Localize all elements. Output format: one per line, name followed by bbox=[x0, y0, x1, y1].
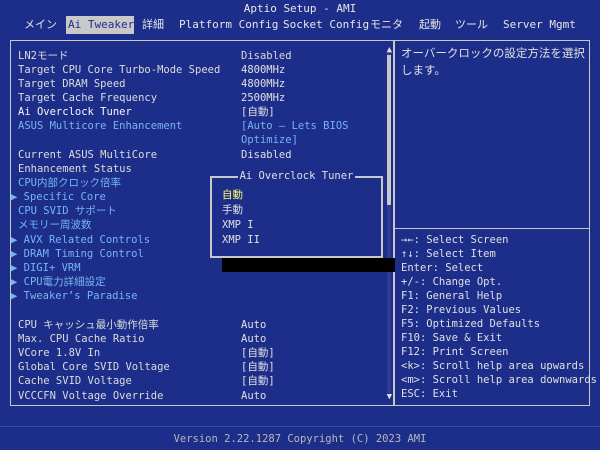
setting-label[interactable]: Max. CPU Cache Ratio bbox=[18, 332, 144, 346]
submenu-item[interactable]: ▶ AVX Related Controls bbox=[11, 233, 150, 247]
submenu-item[interactable]: CPU内部クロック倍率 bbox=[18, 176, 121, 190]
tab-monitor[interactable]: モニタ bbox=[368, 16, 405, 34]
multicore-enhancement-value[interactable]: [Auto – Lets BIOS bbox=[241, 119, 348, 133]
help-panel: オーバークロックの設定方法を選択します。 →←: Select Screen ↑… bbox=[394, 40, 597, 406]
tab-tool[interactable]: ツール bbox=[453, 16, 490, 34]
setting-value[interactable]: Auto bbox=[241, 318, 266, 332]
popup-option-xmp-i[interactable]: XMP I bbox=[222, 218, 254, 232]
key-hint: ESC: Exit bbox=[401, 388, 458, 400]
key-hint: ↑↓: Select Item bbox=[401, 248, 496, 260]
submenu-arrow-icon: ▶ bbox=[11, 262, 24, 274]
setting-value: Disabled bbox=[241, 149, 292, 161]
options-popup: Ai Overclock Tuner 自動 手動 XMP I XMP II bbox=[210, 170, 383, 258]
setting-label[interactable]: Cache SVID Voltage bbox=[18, 374, 132, 388]
tab-ai-tweaker[interactable]: Ai Tweaker bbox=[66, 16, 134, 34]
submenu-item[interactable]: ▶ DRAM Timing Control bbox=[11, 247, 144, 261]
submenu-item[interactable]: ▶ CPU電力詳細設定 bbox=[11, 275, 106, 289]
setting-label[interactable]: VCore 1.8V In bbox=[18, 346, 100, 360]
submenu-arrow-icon: ▶ bbox=[11, 290, 24, 302]
help-description: オーバークロックの設定方法を選択します。 bbox=[401, 46, 585, 77]
key-hint: F2: Previous Values bbox=[401, 304, 522, 316]
key-hint: <m>: Scroll help area downwards bbox=[401, 374, 597, 386]
app-title: Aptio Setup - AMI bbox=[243, 2, 357, 15]
submenu-item[interactable]: ▶ Tweaker’s Paradise bbox=[11, 289, 137, 303]
submenu-arrow-icon: ▶ bbox=[11, 248, 24, 260]
ai-overclock-tuner-value[interactable]: [自動] bbox=[241, 105, 275, 119]
ai-overclock-tuner-label[interactable]: Ai Overclock Tuner bbox=[18, 105, 132, 119]
submenu-arrow-icon: ▶ bbox=[11, 191, 24, 203]
setting-value: 2500MHz bbox=[241, 92, 286, 104]
popup-option-manual[interactable]: 手動 bbox=[222, 203, 243, 217]
help-divider bbox=[395, 228, 589, 229]
tab-advanced[interactable]: 詳細 bbox=[140, 16, 166, 34]
setting-label: Current ASUS MultiCore bbox=[18, 149, 158, 161]
key-hint: <k>: Scroll help area upwards bbox=[401, 360, 585, 372]
setting-label-cont: Enhancement Status bbox=[18, 163, 132, 175]
key-hint: +/-: Change Opt. bbox=[401, 276, 503, 288]
popup-option-auto[interactable]: 自動 bbox=[222, 188, 243, 202]
tab-platform-config[interactable]: Platform Config bbox=[177, 16, 280, 34]
multicore-enhancement-label[interactable]: ASUS Multicore Enhancement bbox=[18, 119, 182, 133]
tab-socket-config[interactable]: Socket Config bbox=[281, 16, 371, 34]
footer-divider bbox=[0, 426, 600, 427]
popup-shadow bbox=[222, 258, 395, 272]
setting-label[interactable]: Global Core SVID Voltage bbox=[18, 360, 170, 374]
submenu-item[interactable]: ▶ DIGI+ VRM bbox=[11, 261, 81, 275]
setting-value[interactable]: [自動] bbox=[241, 374, 275, 388]
submenu-item[interactable]: ▶ Specific Core bbox=[11, 190, 106, 204]
tab-boot[interactable]: 起動 bbox=[417, 16, 443, 34]
setting-label: Target Cache Frequency bbox=[18, 92, 158, 104]
setting-label[interactable]: VCCCFN Voltage Override bbox=[18, 389, 163, 403]
setting-row[interactable]: LN2モード bbox=[18, 49, 68, 63]
setting-value[interactable]: Auto bbox=[241, 389, 266, 403]
footer-version: Version 2.22.1287 Copyright (C) 2023 AMI bbox=[0, 429, 600, 450]
submenu-item[interactable]: CPU SVID サポート bbox=[18, 204, 117, 218]
submenu-arrow-icon: ▶ bbox=[11, 234, 24, 246]
key-hint: F1: General Help bbox=[401, 290, 503, 302]
multicore-enhancement-value-cont: Optimize] bbox=[241, 134, 298, 146]
key-hint: →←: Select Screen bbox=[401, 234, 509, 246]
key-hint: Enter: Select bbox=[401, 262, 484, 274]
submenu-item[interactable]: メモリー周波数 bbox=[18, 218, 92, 232]
key-hint: F12: Print Screen bbox=[401, 346, 509, 358]
setting-label[interactable]: CPU キャッシュ最小動作倍率 bbox=[18, 318, 159, 332]
setting-value: 4800MHz bbox=[241, 78, 286, 90]
popup-title: Ai Overclock Tuner bbox=[237, 170, 356, 182]
submenu-arrow-icon: ▶ bbox=[11, 276, 24, 288]
setting-label: Target CPU Core Turbo-Mode Speed bbox=[18, 64, 221, 76]
setting-value[interactable]: [自動] bbox=[241, 360, 275, 374]
setting-label: LN2モード bbox=[18, 50, 69, 62]
tab-server-mgmt[interactable]: Server Mgmt bbox=[501, 16, 578, 34]
scrollbar-thumb[interactable] bbox=[387, 55, 391, 205]
tab-main[interactable]: メイン bbox=[22, 16, 59, 34]
popup-option-xmp-ii[interactable]: XMP II bbox=[222, 233, 260, 247]
setting-value[interactable]: Auto bbox=[241, 332, 266, 346]
setting-value: Disabled bbox=[241, 50, 292, 62]
setting-value[interactable]: [自動] bbox=[241, 346, 275, 360]
key-hint: F5: Optimized Defaults bbox=[401, 318, 541, 330]
setting-label: Target DRAM Speed bbox=[18, 78, 126, 90]
tab-bar: メイン Ai Tweaker 詳細 Platform Config Socket… bbox=[0, 16, 600, 34]
setting-value: 4800MHz bbox=[241, 64, 286, 76]
scroll-down-arrow-icon[interactable]: ▼ bbox=[387, 392, 392, 402]
key-hint: F10: Save & Exit bbox=[401, 332, 503, 344]
